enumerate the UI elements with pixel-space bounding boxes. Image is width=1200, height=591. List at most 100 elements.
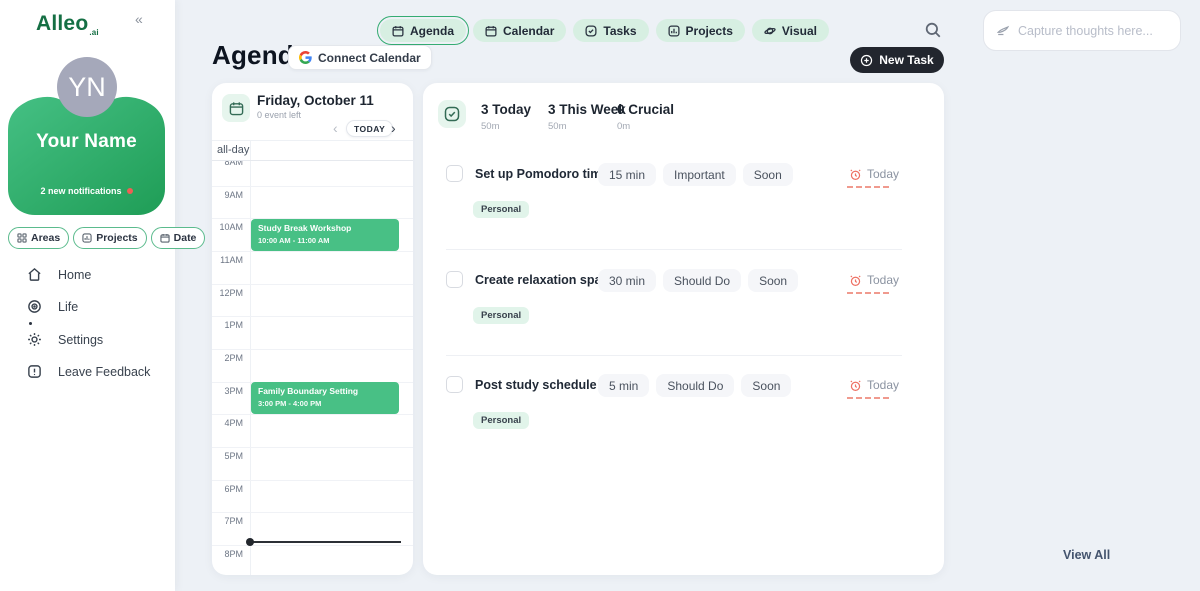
hour-row[interactable]: 6PM [212,480,413,513]
calendar-event[interactable]: Study Break Workshop 10:00 AM - 11:00 AM [251,219,399,251]
hour-row[interactable]: 4PM [212,414,413,447]
due-date[interactable]: Today [849,378,899,392]
calendar-icon [160,233,170,243]
sidebar-tab-label: Date [174,232,197,244]
tab-label: Calendar [503,24,554,38]
alarm-icon [849,168,862,181]
prev-day-button[interactable]: ‹ [333,120,338,136]
hour-row[interactable]: 11AM [212,251,413,284]
connect-calendar-label: Connect Calendar [318,51,421,65]
stat-today: 3 Today 50m [481,102,531,132]
sidebar-item-feedback[interactable]: Leave Feedback [27,364,150,379]
due-underline [847,397,889,399]
hour-row[interactable]: 9AM [212,186,413,219]
due-date[interactable]: Today [849,273,899,287]
sidebar-item-label: Settings [58,333,103,347]
tab-projects[interactable]: Projects [656,19,745,42]
task-checkbox[interactable] [446,165,463,182]
tab-tasks[interactable]: Tasks [573,19,648,42]
calendar-icon [222,94,250,122]
tab-visual[interactable]: Visual [752,19,829,42]
sidebar-tab-projects[interactable]: Projects [73,227,146,249]
tab-label: Projects [686,24,733,38]
sidebar-item-label: Leave Feedback [58,365,150,379]
life-indicator-dot [29,322,32,325]
event-time: 3:00 PM - 4:00 PM [258,399,399,408]
main-nav: Agenda Calendar Tasks Projects Visual [380,19,829,42]
sidebar-tabs: Areas Projects Date [8,227,205,249]
sidebar-item-label: Life [58,300,78,314]
events-left-label: 0 event left [257,110,301,120]
task-title: Post study schedule [475,378,597,392]
task-checkbox[interactable] [446,271,463,288]
sidebar-tab-label: Areas [31,232,60,244]
event-title: Study Break Workshop [258,223,399,233]
urgency-chip[interactable]: Soon [748,269,798,292]
duration-chip[interactable]: 15 min [598,163,656,186]
hour-row[interactable]: 1PM [212,316,413,349]
due-underline [847,292,889,294]
sidebar-tab-areas[interactable]: Areas [8,227,69,249]
chart-icon [668,25,680,37]
notifications-link[interactable]: 2 new notifications [8,186,165,196]
duration-chip[interactable]: 30 min [598,269,656,292]
stat-this-week: 3 This Week 50m [548,102,626,132]
sidebar-item-label: Home [58,268,91,282]
new-task-button[interactable]: New Task [850,47,944,73]
hour-row[interactable]: 8PM [212,545,413,575]
urgency-chip[interactable]: Soon [741,374,791,397]
tab-calendar[interactable]: Calendar [473,19,566,42]
google-icon [299,51,312,64]
priority-chip[interactable]: Should Do [663,269,741,292]
orbit-icon [764,25,776,37]
all-day-row[interactable]: all-day [212,140,413,161]
priority-chip[interactable]: Important [663,163,736,186]
view-all-link[interactable]: View All [1063,548,1110,562]
current-time-dot [246,538,254,546]
task-chips: 15 min Important Soon [598,163,793,186]
hour-row[interactable]: 2PM [212,349,413,382]
stat-crucial: 0 Crucial 0m [617,102,674,132]
due-date[interactable]: Today [849,167,899,181]
agenda-icon [392,25,404,37]
tab-agenda[interactable]: Agenda [380,19,466,42]
task-title: Set up Pomodoro timer [475,167,613,181]
target-icon [27,299,42,314]
task-chips: 30 min Should Do Soon [598,269,798,292]
urgency-chip[interactable]: Soon [743,163,793,186]
user-name: Your Name [8,131,165,153]
capture-input[interactable] [1018,24,1179,38]
logo-suffix: .ai [89,28,99,37]
due-label: Today [867,167,899,181]
quill-icon [996,24,1010,38]
sidebar-item-life[interactable]: Life [27,299,78,314]
tab-label: Tasks [603,24,636,38]
search-icon[interactable] [924,21,944,41]
task-row: Create relaxation space 30 min Should Do… [446,266,902,356]
sidebar-item-settings[interactable]: Settings [27,332,103,347]
connect-calendar-button[interactable]: Connect Calendar [288,45,432,70]
check-square-icon [438,100,466,128]
task-title: Create relaxation space [475,273,615,287]
task-row: Set up Pomodoro timer 15 min Important S… [446,160,902,250]
hour-row[interactable]: 5PM [212,447,413,480]
hour-row[interactable]: 12PM [212,284,413,317]
next-day-button[interactable]: › [391,120,396,136]
sidebar-collapse-button[interactable]: « [135,11,143,27]
calendar-grid: 8AM 9AM 10AM 11AM 12PM 1PM 2PM 3PM 4PM 5… [212,140,413,575]
calendar-event[interactable]: Family Boundary Setting 3:00 PM - 4:00 P… [251,382,399,414]
event-title: Family Boundary Setting [258,386,399,396]
alarm-icon [849,379,862,392]
today-button[interactable]: TODAY [346,120,393,137]
priority-chip[interactable]: Should Do [656,374,734,397]
sidebar-tab-date[interactable]: Date [151,227,206,249]
task-row: Post study schedule 5 min Should Do Soon… [446,371,902,461]
feedback-icon [27,364,42,379]
sidebar: Alleo.ai « YN Your Name 2 new notificati… [0,0,175,591]
avatar[interactable]: YN [57,57,117,117]
event-time: 10:00 AM - 11:00 AM [258,236,399,245]
duration-chip[interactable]: 5 min [598,374,649,397]
sidebar-item-home[interactable]: Home [27,267,91,282]
tasks-panel: 3 Today 50m 3 This Week 50m 0 Crucial 0m… [423,83,944,575]
task-checkbox[interactable] [446,376,463,393]
